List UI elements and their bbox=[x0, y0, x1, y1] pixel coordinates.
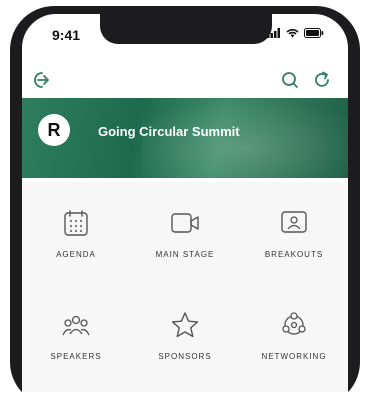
feature-grid: AGENDA MAIN STAGE BREAKOUTS SPEAKERS SPO… bbox=[22, 182, 348, 392]
event-title: Going Circular Summit bbox=[98, 124, 240, 139]
tile-label: AGENDA bbox=[56, 250, 96, 259]
video-icon bbox=[171, 213, 199, 233]
wifi-icon bbox=[286, 29, 299, 38]
logout-icon[interactable] bbox=[32, 70, 52, 90]
tile-breakouts[interactable]: BREAKOUTS bbox=[240, 190, 348, 280]
app-screen: 9:41 R Going Circular Summit AGENDA MAIN… bbox=[22, 14, 348, 414]
tile-agenda[interactable]: AGENDA bbox=[22, 190, 130, 280]
tile-speakers[interactable]: SPEAKERS bbox=[22, 292, 130, 382]
tile-label: SPEAKERS bbox=[50, 352, 102, 361]
status-time: 9:41 bbox=[52, 27, 81, 43]
network-icon bbox=[282, 312, 306, 335]
event-logo-letter: R bbox=[47, 119, 61, 140]
star-icon bbox=[171, 312, 199, 338]
signal-icon bbox=[267, 28, 280, 38]
breakout-icon bbox=[281, 211, 307, 233]
calendar-icon bbox=[64, 210, 88, 236]
tile-sponsors[interactable]: SPONSORS bbox=[131, 292, 239, 382]
tile-label: MAIN STAGE bbox=[155, 250, 215, 259]
tile-label: BREAKOUTS bbox=[264, 250, 324, 259]
event-logo: R bbox=[38, 114, 70, 146]
people-icon bbox=[62, 315, 90, 336]
status-icons bbox=[267, 28, 324, 38]
phone-notch bbox=[100, 14, 272, 44]
tile-label: NETWORKING bbox=[261, 352, 327, 361]
tile-label: SPONSORS bbox=[158, 352, 212, 361]
event-banner: R Going Circular Summit bbox=[22, 88, 348, 188]
tile-networking[interactable]: NETWORKING bbox=[240, 292, 348, 382]
refresh-icon[interactable] bbox=[312, 70, 332, 90]
tile-main-stage[interactable]: MAIN STAGE bbox=[131, 190, 239, 280]
battery-icon bbox=[304, 28, 324, 38]
search-icon[interactable] bbox=[280, 70, 300, 90]
